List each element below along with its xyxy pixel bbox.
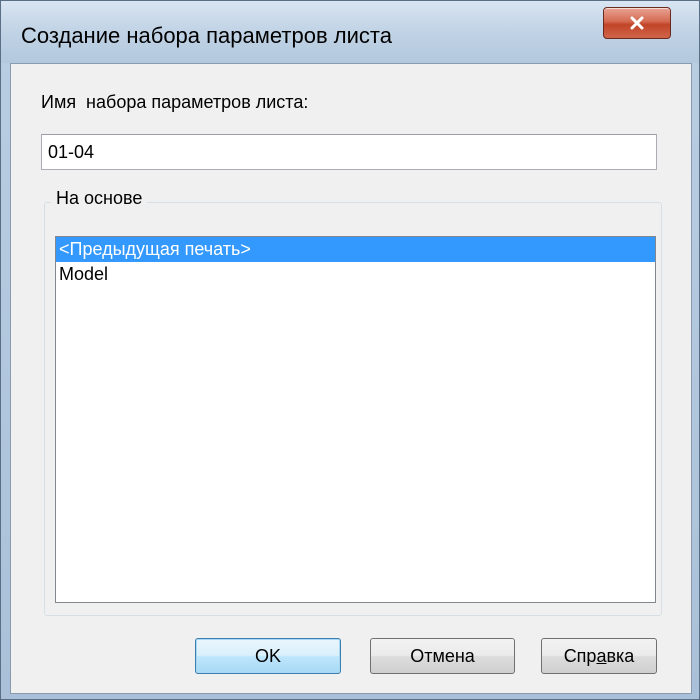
page-setup-name-label: Имя набора параметров листа: — [41, 92, 309, 112]
help-button[interactable]: Спр а вка — [541, 638, 657, 674]
close-icon — [630, 16, 644, 30]
dialog-body: Имя набора параметров листа: На основе <… — [10, 63, 692, 694]
page-setup-name-input[interactable] — [41, 134, 657, 170]
based-on-legend: На основе — [51, 188, 148, 209]
window-title: Создание набора параметров листа — [21, 23, 392, 48]
based-on-listbox[interactable]: <Предыдущая печать> Model — [55, 236, 656, 603]
list-item-model[interactable]: Model — [56, 262, 655, 287]
help-label-part-2: вка — [606, 645, 635, 666]
close-button[interactable] — [603, 7, 671, 39]
list-item-previous-plot[interactable]: <Предыдущая печать> — [56, 237, 655, 262]
title-bar[interactable]: Создание набора параметров листа — [1, 1, 699, 63]
help-label-mnemonic: а — [596, 645, 607, 666]
cancel-button[interactable]: Отмена — [370, 638, 515, 674]
dialog-window: Создание набора параметров листа Имя наб… — [0, 0, 700, 700]
help-label-part-1: Спр — [563, 645, 597, 666]
ok-button[interactable]: OK — [195, 638, 341, 674]
